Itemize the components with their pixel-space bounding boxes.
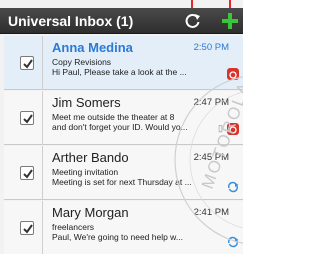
- refresh-icon: [185, 13, 200, 28]
- row-divider: [42, 91, 43, 145]
- email-icon: [227, 123, 239, 135]
- message-snippet: and don't forget your ID. Would yo...: [52, 122, 188, 132]
- checkmark-icon: [23, 224, 33, 234]
- message-checkbox[interactable]: [20, 221, 34, 235]
- message-subject: freelancers: [52, 222, 95, 232]
- checkmark-icon: [23, 169, 33, 179]
- message-row[interactable]: Anna Medina 2:50 PM Copy Revisions Hi Pa…: [4, 36, 243, 90]
- callout-line: [191, 0, 193, 8]
- inbox-screen: Universal Inbox (1) Anna Medina 2:50 PM: [0, 0, 243, 254]
- attachment-icon: ▯: [218, 123, 223, 133]
- message-subject: Copy Revisions: [52, 57, 112, 67]
- message-row[interactable]: Mary Morgan 2:41 PM freelancers Paul, We…: [4, 201, 243, 254]
- inbox-title: Universal Inbox (1): [8, 13, 134, 29]
- message-sender: Mary Morgan: [52, 205, 129, 220]
- message-sender: Jim Somers: [52, 95, 121, 110]
- message-sender: Anna Medina: [52, 40, 133, 55]
- checkmark-icon: [23, 114, 33, 124]
- checkmark-icon: [23, 59, 33, 69]
- message-snippet: Meeting is set for next Thursday at ...: [52, 177, 192, 187]
- title-bar: Universal Inbox (1): [0, 8, 243, 34]
- message-time: 2:41 PM: [193, 207, 229, 218]
- message-time: 2:45 PM: [193, 152, 229, 163]
- refresh-button[interactable]: [183, 11, 203, 31]
- message-checkbox[interactable]: [20, 166, 34, 180]
- compose-button[interactable]: [219, 10, 241, 32]
- message-sender: Arther Bando: [52, 150, 129, 165]
- row-divider: [42, 36, 43, 90]
- message-subject: Meet me outside the theater at 8: [52, 112, 175, 122]
- row-divider: [42, 146, 43, 200]
- message-time: 2:50 PM: [193, 42, 229, 53]
- message-row[interactable]: Arther Bando 2:45 PM Meeting invitation …: [4, 146, 243, 200]
- message-time: 2:47 PM: [193, 97, 229, 108]
- callout-line: [229, 0, 231, 8]
- email-icon: [227, 68, 239, 80]
- sync-icon: [227, 235, 239, 248]
- plus-icon: [222, 13, 238, 29]
- message-row[interactable]: Jim Somers 2:47 PM Meet me outside the t…: [4, 91, 243, 145]
- row-divider: [42, 201, 43, 254]
- message-snippet: Hi Paul, Please take a look at the ...: [52, 67, 187, 77]
- message-subject: Meeting invitation: [52, 167, 119, 177]
- message-snippet: Paul, We're going to need help w...: [52, 232, 183, 242]
- sync-icon: [227, 180, 239, 193]
- message-checkbox[interactable]: [20, 111, 34, 125]
- message-checkbox[interactable]: [20, 56, 34, 70]
